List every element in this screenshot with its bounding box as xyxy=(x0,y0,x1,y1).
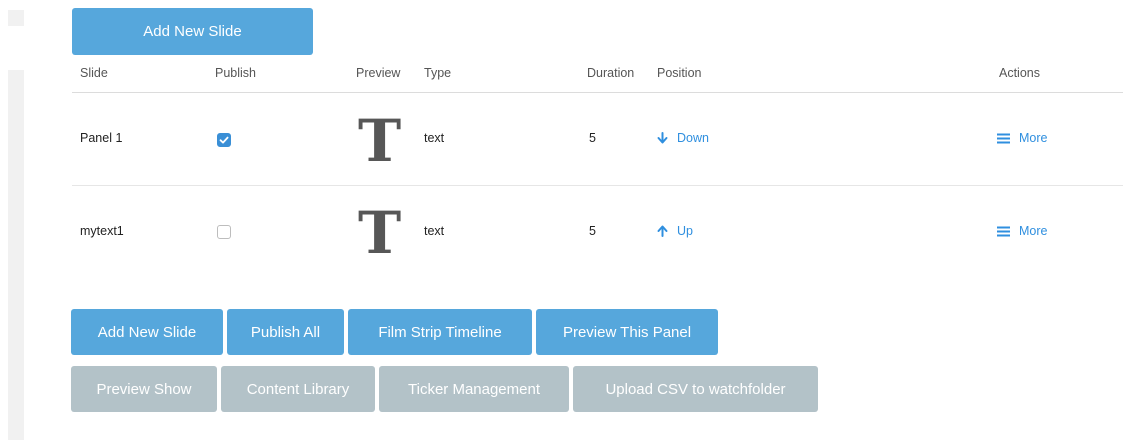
publish-all-button[interactable]: Publish All xyxy=(227,309,344,355)
header-slide: Slide xyxy=(80,66,108,80)
arrow-down-icon xyxy=(657,132,668,144)
preview-this-panel-button[interactable]: Preview This Panel xyxy=(536,309,718,355)
left-rail xyxy=(8,70,24,440)
more-actions-label: More xyxy=(1019,224,1048,238)
upload-csv-button[interactable]: Upload CSV to watchfolder xyxy=(573,366,818,412)
film-strip-timeline-button[interactable]: Film Strip Timeline xyxy=(348,309,532,355)
move-up-button[interactable]: Up xyxy=(657,224,693,238)
slide-name: Panel 1 xyxy=(80,131,123,145)
ticker-management-button[interactable]: Ticker Management xyxy=(379,366,569,412)
more-actions-label: More xyxy=(1019,131,1048,145)
menu-icon xyxy=(997,133,1010,144)
content-library-button[interactable]: Content Library xyxy=(221,366,375,412)
slide-duration: 5 xyxy=(589,224,596,238)
move-down-label: Down xyxy=(677,131,709,145)
left-rail-top xyxy=(8,10,24,26)
header-actions: Actions xyxy=(999,66,1040,80)
move-down-button[interactable]: Down xyxy=(657,131,709,145)
add-new-slide-button-top[interactable]: Add New Slide xyxy=(72,8,313,55)
header-preview: Preview xyxy=(356,66,401,80)
publish-checkbox[interactable] xyxy=(217,133,231,147)
header-type: Type xyxy=(424,66,452,80)
header-duration: Duration xyxy=(587,66,635,80)
table-header-divider xyxy=(72,92,1123,93)
preview-text-icon: T xyxy=(358,199,402,267)
publish-checkbox[interactable] xyxy=(217,225,231,239)
more-actions-button[interactable]: More xyxy=(997,131,1047,145)
arrow-up-icon xyxy=(657,225,668,237)
slide-name: mytext1 xyxy=(80,224,124,238)
move-up-label: Up xyxy=(677,224,693,238)
preview-text-icon: T xyxy=(358,107,402,175)
check-icon xyxy=(219,136,229,144)
add-new-slide-button[interactable]: Add New Slide xyxy=(71,309,223,355)
header-publish: Publish xyxy=(215,66,256,80)
slide-duration: 5 xyxy=(589,131,596,145)
more-actions-button[interactable]: More xyxy=(997,224,1047,238)
row-divider xyxy=(72,185,1123,186)
header-position: Position xyxy=(657,66,702,80)
slide-type: text xyxy=(424,131,445,145)
preview-show-button[interactable]: Preview Show xyxy=(71,366,217,412)
menu-icon xyxy=(997,226,1010,237)
slide-type: text xyxy=(424,224,445,238)
